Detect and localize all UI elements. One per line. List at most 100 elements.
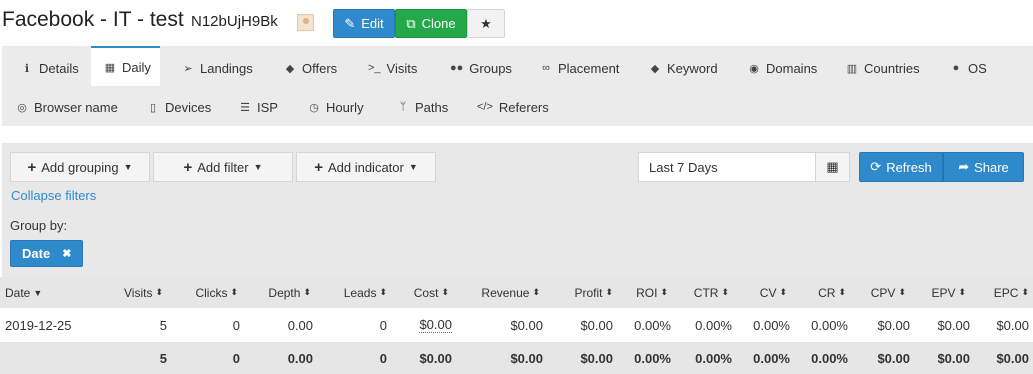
add-indicator-dropdown[interactable]: + Add indicator ▼: [296, 152, 436, 182]
column-header-date[interactable]: Date ▼: [5, 277, 42, 308]
table-row: 2019-12-25 5 0 0.00 0 $0.00 $0.00 $0.00 …: [0, 308, 1033, 342]
paper-plane-icon: ➢: [183, 62, 193, 75]
column-header-epv[interactable]: EPV ⬍: [931, 277, 966, 308]
sort-icon: ⬍: [898, 287, 906, 297]
tab-devices[interactable]: ▯ Devices: [137, 87, 217, 127]
sort-icon: ⬍: [155, 287, 163, 297]
column-header-leads[interactable]: Leads ⬍: [344, 277, 387, 308]
total-roi: 0.00%: [634, 350, 671, 366]
cell-profit: $0.00: [580, 317, 613, 333]
caret-down-icon: ▼: [123, 162, 133, 172]
column-header-revenue[interactable]: Revenue ⬍: [481, 277, 540, 308]
cell-visits: 5: [159, 317, 167, 333]
tag-icon: ◆: [285, 62, 295, 75]
tab-daily[interactable]: ▦ Daily: [91, 46, 160, 86]
cost-value: $0.00: [419, 316, 452, 333]
tab-hourly[interactable]: ◷ Hourly: [298, 87, 378, 127]
campaign-id: N12bUjH9Bk: [191, 13, 278, 30]
calendar-icon: ▦: [104, 61, 116, 74]
refresh-icon: ⟳: [870, 159, 882, 174]
column-header-depth[interactable]: Depth ⬍: [268, 277, 311, 308]
column-header-cpv[interactable]: CPV ⬍: [871, 277, 906, 308]
cell-date: 2019-12-25: [5, 317, 72, 333]
total-cost: $0.00: [419, 350, 452, 366]
column-header-cv[interactable]: CV ⬍: [760, 277, 787, 308]
cell-revenue: $0.00: [510, 317, 543, 333]
code-icon: </>: [477, 101, 493, 113]
pencil-icon: ✎: [344, 15, 356, 31]
tab-domains[interactable]: ◉ Domains: [738, 48, 828, 88]
collapse-filters-link[interactable]: Collapse filters: [11, 188, 96, 203]
share-button[interactable]: ➦ Share: [943, 152, 1024, 182]
group-chip-date[interactable]: Date ✖: [10, 240, 84, 267]
column-header-clicks[interactable]: Clicks ⬍: [195, 277, 238, 308]
sort-icon: ⬍: [660, 287, 668, 297]
campaign-title: Facebook - IT - test: [2, 8, 184, 31]
clock-icon: ◷: [309, 101, 319, 114]
info-icon: ℹ: [24, 62, 30, 75]
total-revenue: $0.00: [510, 350, 543, 366]
page-header: Facebook - IT - test N12bUjH9Bk ✎ Edit ⧉…: [0, 0, 1033, 46]
group-by-label: Group by:: [10, 218, 68, 233]
tab-offers[interactable]: ◆ Offers: [274, 48, 344, 88]
sort-icon: ⬍: [379, 287, 387, 297]
column-header-visits[interactable]: Visits ⬍: [124, 277, 163, 308]
calendar-button[interactable]: ▦: [815, 152, 850, 182]
tab-landings[interactable]: ➢ Landings: [172, 48, 262, 88]
table-header-row: Date ▼ Visits ⬍ Clicks ⬍ Depth ⬍ Leads ⬍ Cost…: [0, 277, 1033, 308]
caret-down-icon: ▼: [253, 162, 263, 172]
plus-icon: +: [183, 158, 193, 176]
tab-countries[interactable]: ▥ Countries: [836, 48, 931, 88]
sort-icon: ⬍: [532, 287, 540, 297]
report-tabs: ℹ Details ▦ Daily ➢ Landings ◆ Offers >_ Visi…: [2, 46, 1033, 126]
clone-label: Clone: [421, 16, 456, 31]
edit-button[interactable]: ✎ Edit: [333, 9, 395, 38]
cell-depth: 0.00: [287, 317, 313, 333]
tab-groups[interactable]: ●● Groups: [440, 48, 520, 88]
favorite-button[interactable]: ★: [467, 9, 505, 38]
total-cpv: $0.00: [877, 350, 910, 366]
mobile-icon: ▯: [149, 101, 157, 114]
date-range-input[interactable]: [638, 152, 816, 182]
sort-icon: ⬍: [303, 287, 311, 297]
tab-placement[interactable]: ∞ Placement: [530, 48, 630, 88]
users-icon: ●●: [450, 62, 464, 74]
refresh-button[interactable]: ⟳ Refresh: [859, 152, 943, 182]
tab-isp[interactable]: ☰ ISP: [229, 87, 289, 127]
tab-referers[interactable]: </> Referers: [467, 87, 557, 127]
total-ctr: 0.00%: [695, 350, 732, 366]
add-grouping-dropdown[interactable]: + Add grouping ▼: [10, 152, 150, 182]
column-header-epc[interactable]: EPC ⬍: [994, 277, 1029, 308]
fork-icon: ᛘ: [399, 101, 407, 113]
column-header-roi[interactable]: ROI ⬍: [636, 277, 668, 308]
column-header-ctr[interactable]: CTR ⬍: [694, 277, 729, 308]
cell-cpv: $0.00: [877, 317, 910, 333]
share-icon: ➦: [958, 159, 970, 174]
clone-button[interactable]: ⧉ Clone: [395, 9, 467, 38]
tab-browser-name[interactable]: ◎ Browser name: [6, 87, 124, 127]
cell-epv: $0.00: [937, 317, 970, 333]
close-icon[interactable]: ✖: [62, 247, 71, 260]
sort-icon: ⬍: [441, 287, 449, 297]
copy-icon: ⧉: [406, 15, 416, 31]
total-profit: $0.00: [580, 350, 613, 366]
terminal-icon: >_: [368, 62, 381, 74]
plus-icon: +: [27, 158, 37, 176]
column-header-profit[interactable]: Profit ⬍: [574, 277, 613, 308]
total-cr: 0.00%: [811, 350, 848, 366]
tab-visits[interactable]: >_ Visits: [358, 48, 428, 88]
report-table: Date ▼ Visits ⬍ Clicks ⬍ Depth ⬍ Leads ⬍ Cost…: [0, 277, 1033, 374]
column-header-cr[interactable]: CR ⬍: [818, 277, 846, 308]
cell-epc: $0.00: [996, 317, 1029, 333]
tab-details[interactable]: ℹ Details: [10, 48, 90, 88]
chrome-icon: ◎: [17, 101, 27, 114]
tab-keyword[interactable]: ◆ Keyword: [639, 48, 729, 88]
sort-icon: ⬍: [605, 287, 613, 297]
sort-desc-icon: ▼: [33, 287, 43, 298]
tab-paths[interactable]: ᛘ Paths: [387, 87, 457, 127]
tab-os[interactable]: ● OS: [940, 48, 1000, 88]
add-filter-dropdown[interactable]: + Add filter ▼: [153, 152, 293, 182]
column-header-cost[interactable]: Cost ⬍: [414, 277, 449, 308]
map-icon: ▥: [846, 62, 858, 75]
plus-icon: +: [314, 158, 323, 176]
